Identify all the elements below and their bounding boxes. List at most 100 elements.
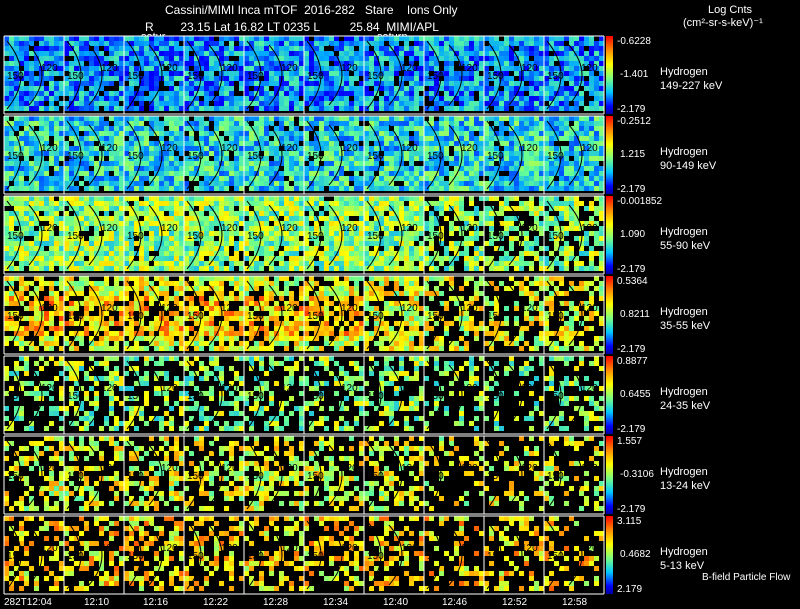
- image-panel: 150 120: [124, 116, 184, 191]
- contour-label: 150: [67, 471, 84, 482]
- contour-label: 120: [521, 143, 538, 154]
- image-panel: 150 120: [424, 36, 484, 111]
- colorbar-mid-label: 0.6455: [620, 389, 651, 400]
- contour-label: 120: [41, 143, 58, 154]
- time-label: 12:22: [203, 597, 229, 608]
- contour-label: 150: [367, 71, 384, 82]
- image-panel: 150 120: [244, 116, 304, 191]
- image-panel: 150 120: [484, 36, 544, 111]
- time-label: 12:52: [502, 597, 528, 608]
- contour-label: 150: [547, 551, 564, 562]
- contour-label: 120: [521, 543, 538, 554]
- image-panel: 150 120: [64, 276, 124, 351]
- image-panel: 150 120: [244, 196, 304, 271]
- contour-label: 150: [127, 311, 144, 322]
- colorbar-min-label: -2.179: [617, 184, 646, 195]
- image-panel: 150 120: [64, 36, 124, 111]
- image-panel: 150 120: [364, 196, 424, 271]
- contour-label: 120: [161, 143, 178, 154]
- contour-label: 120: [221, 223, 238, 234]
- contour-label: 150: [547, 311, 564, 322]
- contour-label: 150: [187, 471, 204, 482]
- contour-label: 150: [547, 151, 564, 162]
- energy-range-label: 55-90 keV: [660, 240, 711, 252]
- image-panel: 150 120: [184, 36, 244, 111]
- contour-label: 120: [581, 383, 598, 394]
- contour-label: 120: [281, 383, 298, 394]
- time-label: 282T12:04: [4, 597, 52, 608]
- image-panel: 150 120: [244, 356, 304, 431]
- contour-label: 120: [221, 63, 238, 74]
- image-panel: 150 120: [64, 116, 124, 191]
- colorbar-mid-label: 1.090: [620, 229, 646, 240]
- contour-label: 150: [67, 391, 84, 402]
- colorbar-mid-label: 0.8211: [620, 309, 650, 320]
- contour-label: 150: [247, 231, 264, 242]
- image-panel: 150 120: [364, 36, 424, 111]
- colorbar-min-label: -2.179: [617, 504, 646, 515]
- contour-label: 150: [487, 391, 504, 402]
- image-panel: 150 120: [544, 276, 604, 351]
- contour-label: 120: [161, 223, 178, 234]
- time-label: 12:58: [562, 597, 588, 608]
- contour-label: 150: [367, 311, 384, 322]
- contour-label: 150: [127, 471, 144, 482]
- image-panel: 150 120: [424, 196, 484, 271]
- bfield-particle-flow-label: B-field Particle Flow: [702, 572, 791, 583]
- contour-label: 120: [341, 543, 358, 554]
- image-panel: 150 120: [64, 356, 124, 431]
- image-panel: 150 120: [4, 116, 64, 191]
- contour-label: 120: [401, 303, 418, 314]
- contour-label: 120: [41, 223, 58, 234]
- image-panel: 150 120: [544, 436, 604, 511]
- contour-label: 120: [161, 463, 178, 474]
- energy-range-label: 149-227 keV: [660, 80, 723, 92]
- image-panel: 150 120: [484, 276, 544, 351]
- species-label: Hydrogen: [660, 466, 708, 478]
- image-panel: 150 120: [124, 356, 184, 431]
- contour-label: 150: [307, 71, 324, 82]
- contour-label: 150: [547, 471, 564, 482]
- image-panel: 150 120: [4, 356, 64, 431]
- image-panel: 150 120: [304, 516, 364, 591]
- contour-label: 150: [127, 391, 144, 402]
- contour-label: 150: [427, 231, 444, 242]
- contour-label: 120: [221, 303, 238, 314]
- contour-label: 120: [41, 383, 58, 394]
- contour-label: 150: [7, 231, 24, 242]
- energy-range-label: 35-55 keV: [660, 320, 711, 332]
- contour-label: 150: [367, 151, 384, 162]
- contour-label: 150: [547, 231, 564, 242]
- image-panel: 150 120: [424, 116, 484, 191]
- image-panel: 150 120: [4, 196, 64, 271]
- image-panel: 150 120: [424, 436, 484, 511]
- colorbar-max-label: -0.2512: [617, 116, 651, 127]
- contour-label: 120: [581, 143, 598, 154]
- contour-label: 120: [101, 63, 118, 74]
- image-panel: 150 120: [184, 116, 244, 191]
- image-panel: 150 120: [124, 516, 184, 591]
- contour-label: 120: [281, 303, 298, 314]
- contour-label: 150: [67, 231, 84, 242]
- image-panel: 150 120: [544, 516, 604, 591]
- contour-label: 120: [101, 543, 118, 554]
- energy-range-label: 90-149 keV: [660, 160, 717, 172]
- contour-label: 120: [581, 223, 598, 234]
- contour-label: 150: [487, 231, 504, 242]
- image-panel: 150 120: [184, 356, 244, 431]
- image-panel: 150 120: [4, 436, 64, 511]
- image-panel: 150 120: [244, 36, 304, 111]
- contour-label: 120: [281, 463, 298, 474]
- species-label: Hydrogen: [660, 546, 708, 558]
- image-panel: 150 120: [4, 36, 64, 111]
- image-panel: 150 120: [4, 276, 64, 351]
- contour-label: 150: [307, 231, 324, 242]
- contour-label: 120: [581, 63, 598, 74]
- image-panel: 150 120: [184, 276, 244, 351]
- contour-label: 120: [461, 383, 478, 394]
- contour-label: 120: [521, 383, 538, 394]
- time-label: 12:16: [143, 597, 169, 608]
- energy-range-label: 13-24 keV: [660, 480, 711, 492]
- colorbar-min-label: 2.179: [617, 584, 643, 595]
- image-panel: 150 120: [424, 276, 484, 351]
